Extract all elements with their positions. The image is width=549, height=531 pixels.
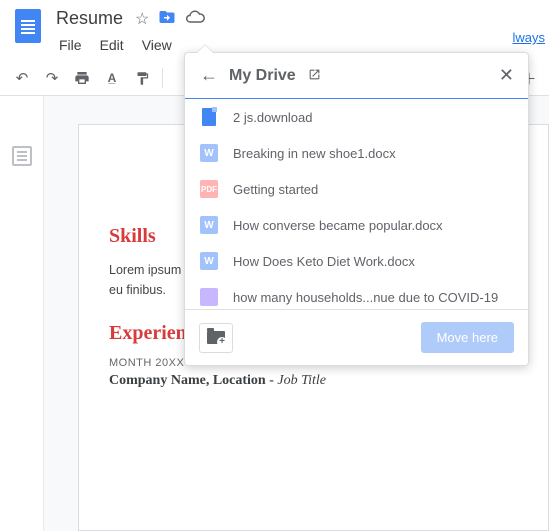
new-folder-button[interactable] (199, 323, 233, 353)
spellcheck-button[interactable]: A̲ (98, 65, 126, 91)
docs-logo[interactable] (8, 6, 48, 46)
document-outline-icon[interactable] (12, 146, 32, 166)
open-in-new-icon[interactable] (308, 68, 321, 84)
file-name: how many households...nue due to COVID-1… (233, 290, 498, 305)
move-to-folder-icon[interactable] (157, 8, 177, 29)
list-item[interactable]: W Breaking in new shoe1.docx (185, 135, 528, 171)
document-title[interactable]: Resume (52, 6, 127, 31)
file-name: How Does Keto Diet Work.docx (233, 254, 415, 269)
move-here-button[interactable]: Move here (421, 322, 514, 353)
truncated-link[interactable]: lways (512, 30, 545, 45)
file-name: Getting started (233, 182, 318, 197)
menu-file[interactable]: File (52, 33, 89, 57)
menu-view[interactable]: View (135, 33, 179, 57)
undo-button[interactable]: ↶ (8, 65, 36, 91)
folder-title: My Drive (229, 67, 296, 85)
paint-format-button[interactable] (128, 65, 156, 91)
word-icon: W (199, 251, 219, 271)
pdf-icon: PDF (199, 179, 219, 199)
experience-line: Company Name, Location - Job Title (109, 373, 518, 389)
list-item[interactable]: 2 js.download (185, 99, 528, 135)
file-name: How converse became popular.docx (233, 218, 443, 233)
file-list: 2 js.download W Breaking in new shoe1.docx… (185, 99, 528, 309)
print-button[interactable] (68, 65, 96, 91)
cloud-status-icon[interactable] (185, 7, 205, 30)
form-icon (199, 287, 219, 307)
doc-icon (199, 107, 219, 127)
move-popover: ← My Drive ✕ 2 js.download W Breaking in n… (184, 52, 529, 366)
company-text: Company Name, Location - (109, 373, 277, 388)
redo-button[interactable]: ↷ (38, 65, 66, 91)
list-item[interactable]: PDF Getting started (185, 171, 528, 207)
menu-bar: File Edit View (52, 33, 205, 57)
job-title: Job Title (277, 373, 326, 388)
word-icon: W (199, 143, 219, 163)
word-icon: W (199, 215, 219, 235)
file-name: Breaking in new shoe1.docx (233, 146, 396, 161)
list-item[interactable]: W How Does Keto Diet Work.docx (185, 243, 528, 279)
left-rail (0, 96, 44, 531)
app-header: Resume ☆ File Edit View lways (0, 0, 549, 57)
menu-edit[interactable]: Edit (93, 33, 131, 57)
back-button[interactable]: ← (199, 66, 219, 86)
list-item[interactable]: W How converse became popular.docx (185, 207, 528, 243)
list-item[interactable]: how many households...nue due to COVID-1… (185, 279, 528, 309)
close-icon[interactable]: ✕ (499, 65, 514, 86)
file-name: 2 js.download (233, 110, 313, 125)
star-icon[interactable]: ☆ (135, 9, 149, 29)
